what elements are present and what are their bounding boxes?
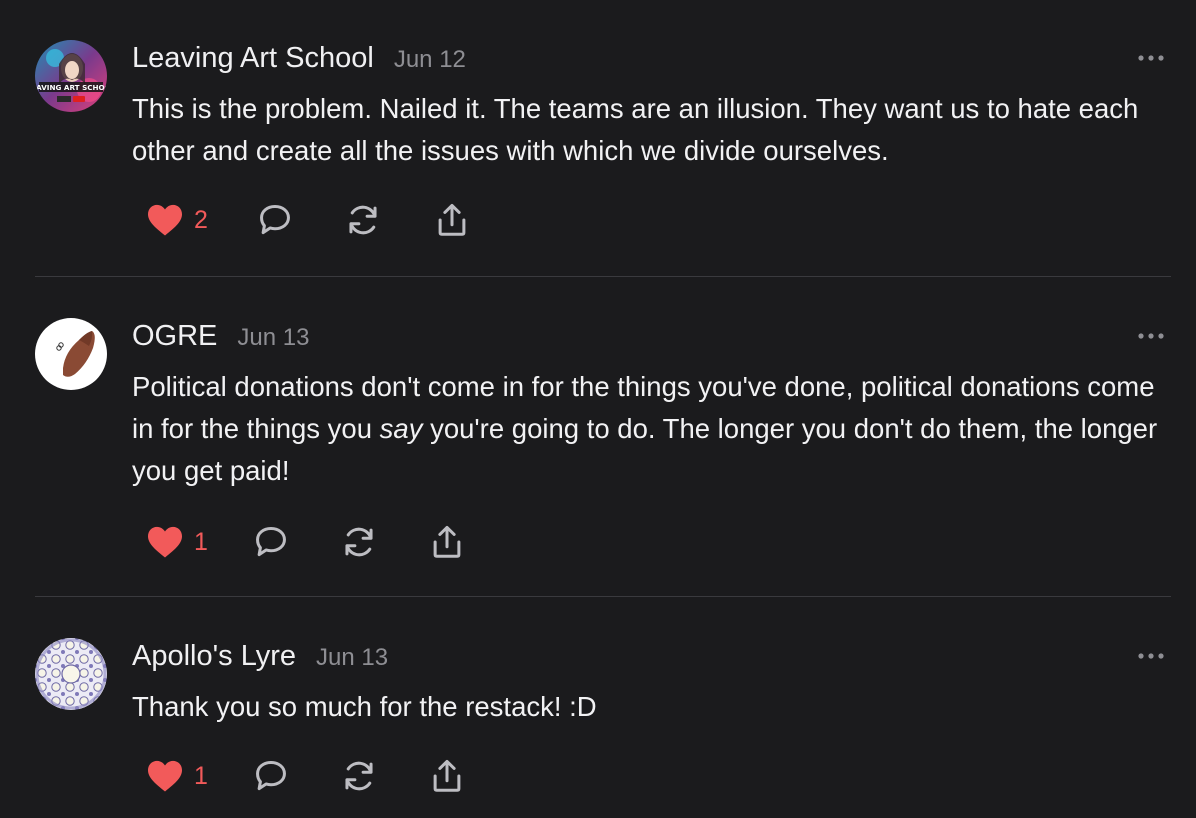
restack-button[interactable]	[344, 200, 382, 240]
like-count: 2	[194, 205, 208, 234]
comment-text-part: Thank you so much for the restack! :D	[132, 691, 597, 722]
restack-button[interactable]	[340, 522, 378, 562]
comment-button[interactable]	[252, 756, 290, 796]
comment-text: Political donations don't come in for th…	[132, 366, 1177, 492]
comment-text: This is the problem. Nailed it. The team…	[132, 88, 1177, 172]
comment-button[interactable]	[256, 200, 294, 240]
restack-button[interactable]	[340, 756, 378, 796]
comment-header: Apollo's Lyre Jun 13	[132, 640, 388, 680]
heart-icon	[148, 760, 182, 792]
like-count: 1	[194, 761, 208, 790]
author-name[interactable]: OGRE	[132, 320, 217, 353]
share-button[interactable]	[428, 756, 466, 796]
heart-icon	[148, 526, 182, 558]
comment-date[interactable]: Jun 12	[394, 46, 466, 74]
share-button[interactable]	[428, 522, 466, 562]
more-dots-icon[interactable]	[1134, 326, 1168, 346]
comment-button[interactable]	[252, 522, 290, 562]
heart-icon	[148, 204, 182, 236]
comment-text-emphasis: say	[379, 413, 423, 444]
avatar-logo-text: LEAVING ART SCHOOL	[35, 83, 107, 92]
like-button[interactable]: 1	[146, 522, 208, 562]
more-dots-icon[interactable]	[1134, 48, 1168, 68]
speech-bubble-icon	[256, 761, 286, 791]
restack-arrows-icon	[349, 205, 377, 235]
comment-text: Thank you so much for the restack! :D	[132, 686, 1177, 728]
share-icon	[438, 203, 466, 236]
divider	[35, 276, 1171, 277]
like-button[interactable]: 1	[146, 756, 208, 796]
avatar[interactable]	[35, 638, 107, 710]
comment-header: Leaving Art School Jun 12	[132, 42, 466, 82]
speech-bubble-icon	[260, 205, 290, 235]
more-dots-icon[interactable]	[1134, 646, 1168, 666]
speech-bubble-icon	[256, 527, 286, 557]
like-count: 1	[194, 527, 208, 556]
restack-arrows-icon	[345, 761, 373, 791]
avatar[interactable]	[35, 318, 107, 390]
like-button[interactable]: 2	[146, 200, 208, 240]
comment-date[interactable]: Jun 13	[316, 644, 388, 672]
comment-date[interactable]: Jun 13	[237, 324, 309, 352]
comment-header: OGRE Jun 13	[132, 320, 309, 360]
share-button[interactable]	[433, 200, 471, 240]
author-name[interactable]: Apollo's Lyre	[132, 640, 296, 673]
divider	[35, 596, 1171, 597]
author-name[interactable]: Leaving Art School	[132, 42, 374, 75]
comment-text-part: This is the problem. Nailed it. The team…	[132, 93, 1139, 166]
avatar[interactable]: LEAVING ART SCHOOL	[35, 40, 107, 112]
restack-arrows-icon	[345, 527, 373, 557]
share-icon	[433, 525, 461, 558]
share-icon	[433, 759, 461, 792]
